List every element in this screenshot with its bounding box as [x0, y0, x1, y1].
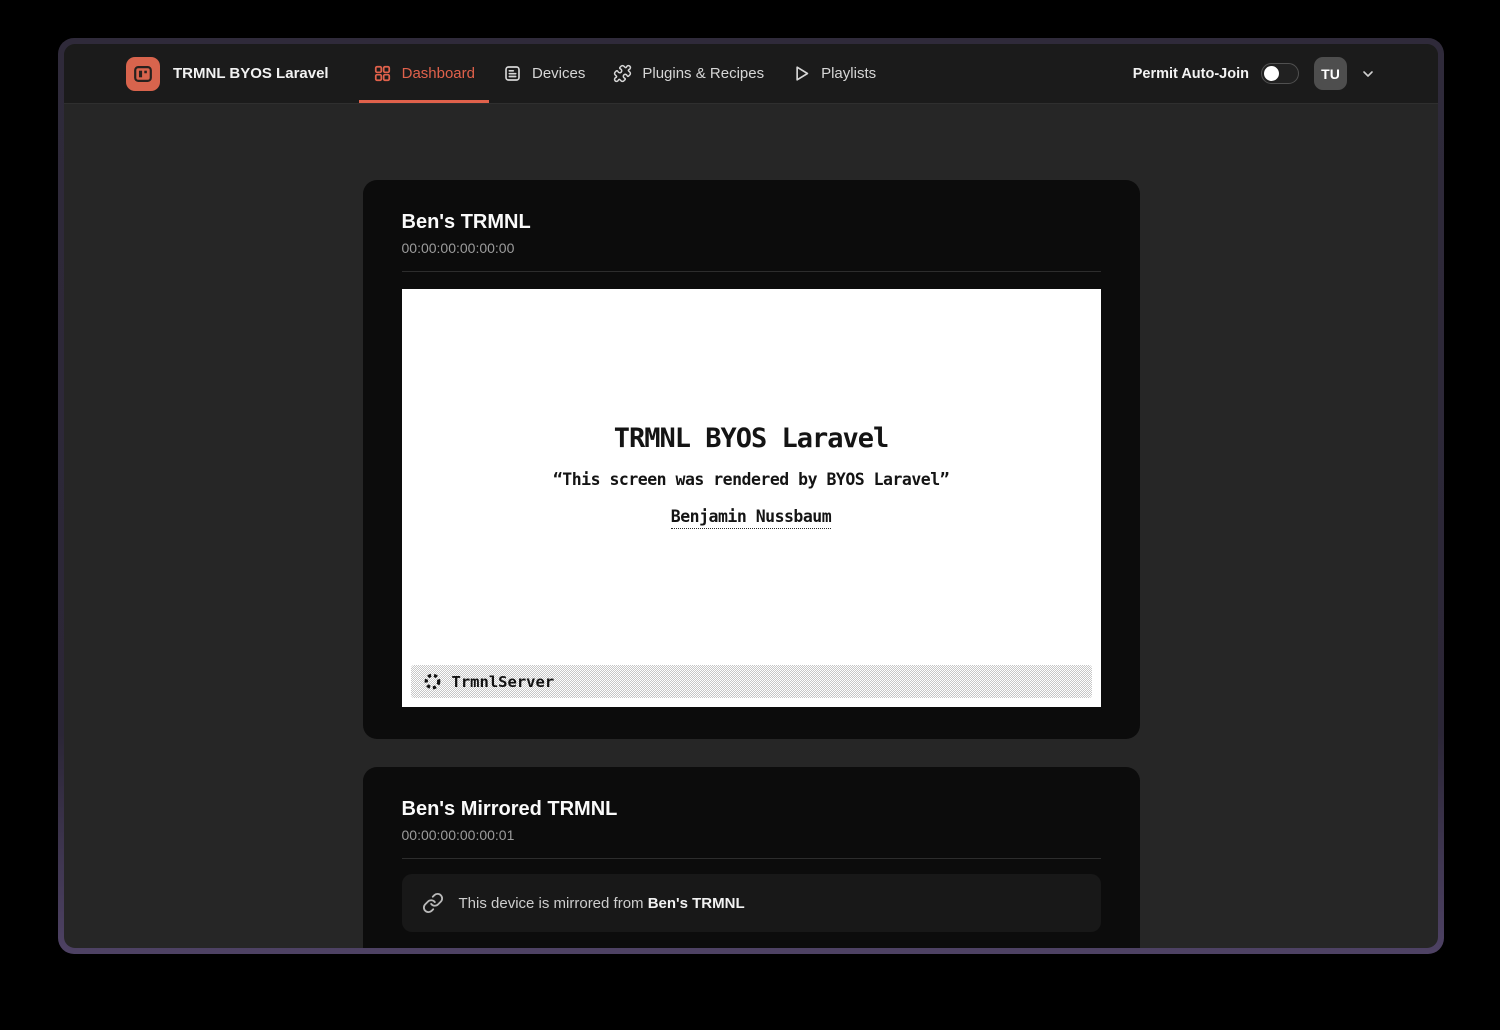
- device-name: Ben's Mirrored TRMNL: [402, 797, 1101, 821]
- spinner-icon: [423, 672, 442, 691]
- device-mac-address: 00:00:00:00:00:01: [402, 827, 1101, 843]
- main-nav: Dashboard Devices: [359, 44, 891, 103]
- toggle-knob: [1264, 66, 1279, 81]
- device-screen-preview: TRMNL BYOS Laravel “This screen was rend…: [402, 289, 1101, 707]
- screen-quote: “This screen was rendered by BYOS Larave…: [402, 470, 1101, 489]
- puzzle-icon: [613, 64, 632, 83]
- app-window: TRMNL BYOS Laravel Dashboard: [64, 44, 1438, 948]
- mirror-info-box: This device is mirrored from Ben's TRMNL: [402, 874, 1101, 932]
- nav-item-label: Dashboard: [402, 65, 475, 82]
- card-divider: [402, 271, 1101, 272]
- chevron-down-icon[interactable]: [1360, 66, 1376, 82]
- header-right-controls: Permit Auto-Join TU: [1133, 44, 1376, 103]
- nav-item-playlists[interactable]: Playlists: [778, 44, 890, 103]
- mirror-source-name: Ben's TRMNL: [648, 895, 745, 912]
- screen-status-label: TrmnlServer: [452, 673, 555, 691]
- card-divider: [402, 858, 1101, 859]
- nav-item-label: Devices: [532, 65, 585, 82]
- devices-icon: [503, 64, 522, 83]
- nav-item-label: Plugins & Recipes: [642, 65, 764, 82]
- device-card-bens-trmnl: Ben's TRMNL 00:00:00:00:00:00 TRMNL BYOS…: [363, 180, 1140, 739]
- top-navbar: TRMNL BYOS Laravel Dashboard: [64, 44, 1438, 104]
- mirror-message: This device is mirrored from Ben's TRMNL: [459, 895, 745, 912]
- dashboard-grid-icon: [373, 64, 392, 83]
- permit-auto-join-label: Permit Auto-Join: [1133, 66, 1249, 82]
- user-avatar[interactable]: TU: [1314, 57, 1347, 90]
- device-mac-address: 00:00:00:00:00:00: [402, 240, 1101, 256]
- dashboard-content: Ben's TRMNL 00:00:00:00:00:00 TRMNL BYOS…: [64, 104, 1438, 948]
- app-window-frame: TRMNL BYOS Laravel Dashboard: [58, 38, 1444, 954]
- trmnl-logo-icon: [126, 57, 160, 91]
- nav-item-dashboard[interactable]: Dashboard: [359, 44, 489, 103]
- device-name: Ben's TRMNL: [402, 210, 1101, 234]
- screen-author: Benjamin Nussbaum: [671, 507, 831, 529]
- play-icon: [792, 64, 811, 83]
- link-icon: [422, 892, 444, 914]
- brand-link[interactable]: TRMNL BYOS Laravel: [126, 44, 329, 103]
- screen-title: TRMNL BYOS Laravel: [402, 289, 1101, 454]
- nav-item-label: Playlists: [821, 65, 876, 82]
- app-title: TRMNL BYOS Laravel: [173, 65, 329, 82]
- nav-item-plugins-recipes[interactable]: Plugins & Recipes: [599, 44, 778, 103]
- device-card-bens-mirrored-trmnl: Ben's Mirrored TRMNL 00:00:00:00:00:01 T…: [363, 767, 1140, 948]
- screen-status-bar: TrmnlServer: [411, 665, 1092, 698]
- permit-auto-join-toggle[interactable]: [1261, 63, 1299, 84]
- nav-item-devices[interactable]: Devices: [489, 44, 599, 103]
